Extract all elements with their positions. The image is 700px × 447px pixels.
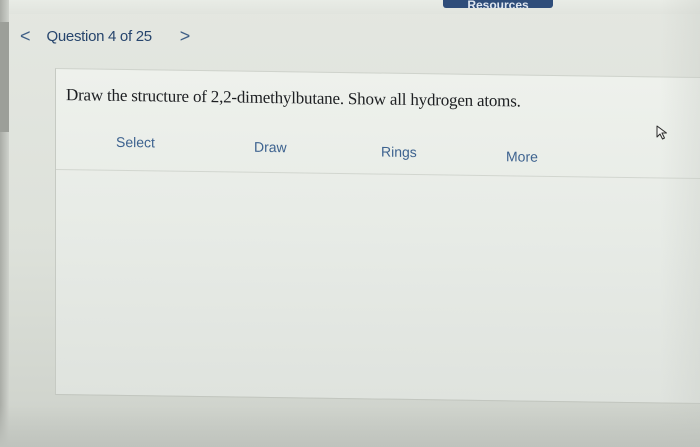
screen: Resources < Question 4 of 25 > Draw the … xyxy=(0,0,700,447)
draw-tool-button[interactable]: Draw xyxy=(254,139,287,155)
question-nav: < Question 4 of 25 > xyxy=(20,24,190,48)
drawing-toolbar: Select Draw Rings More xyxy=(56,125,700,174)
resources-button[interactable]: Resources xyxy=(443,0,553,8)
prev-question-button[interactable]: < xyxy=(20,27,31,45)
question-counter: Question 4 of 25 xyxy=(46,27,153,45)
rings-tool-button[interactable]: Rings xyxy=(381,144,417,160)
select-tool-button[interactable]: Select xyxy=(116,134,155,151)
bottom-shadow xyxy=(0,405,700,447)
right-edge-shade xyxy=(660,0,700,447)
more-tool-button[interactable]: More xyxy=(506,148,538,164)
question-prompt: Draw the structure of 2,2-dimethylbutane… xyxy=(66,85,521,111)
question-panel: Draw the structure of 2,2-dimethylbutane… xyxy=(55,68,700,405)
drawing-canvas[interactable] xyxy=(56,170,700,403)
top-bar xyxy=(0,0,700,14)
next-question-button[interactable]: > xyxy=(180,27,191,45)
left-sidebar-handle[interactable] xyxy=(0,22,9,132)
